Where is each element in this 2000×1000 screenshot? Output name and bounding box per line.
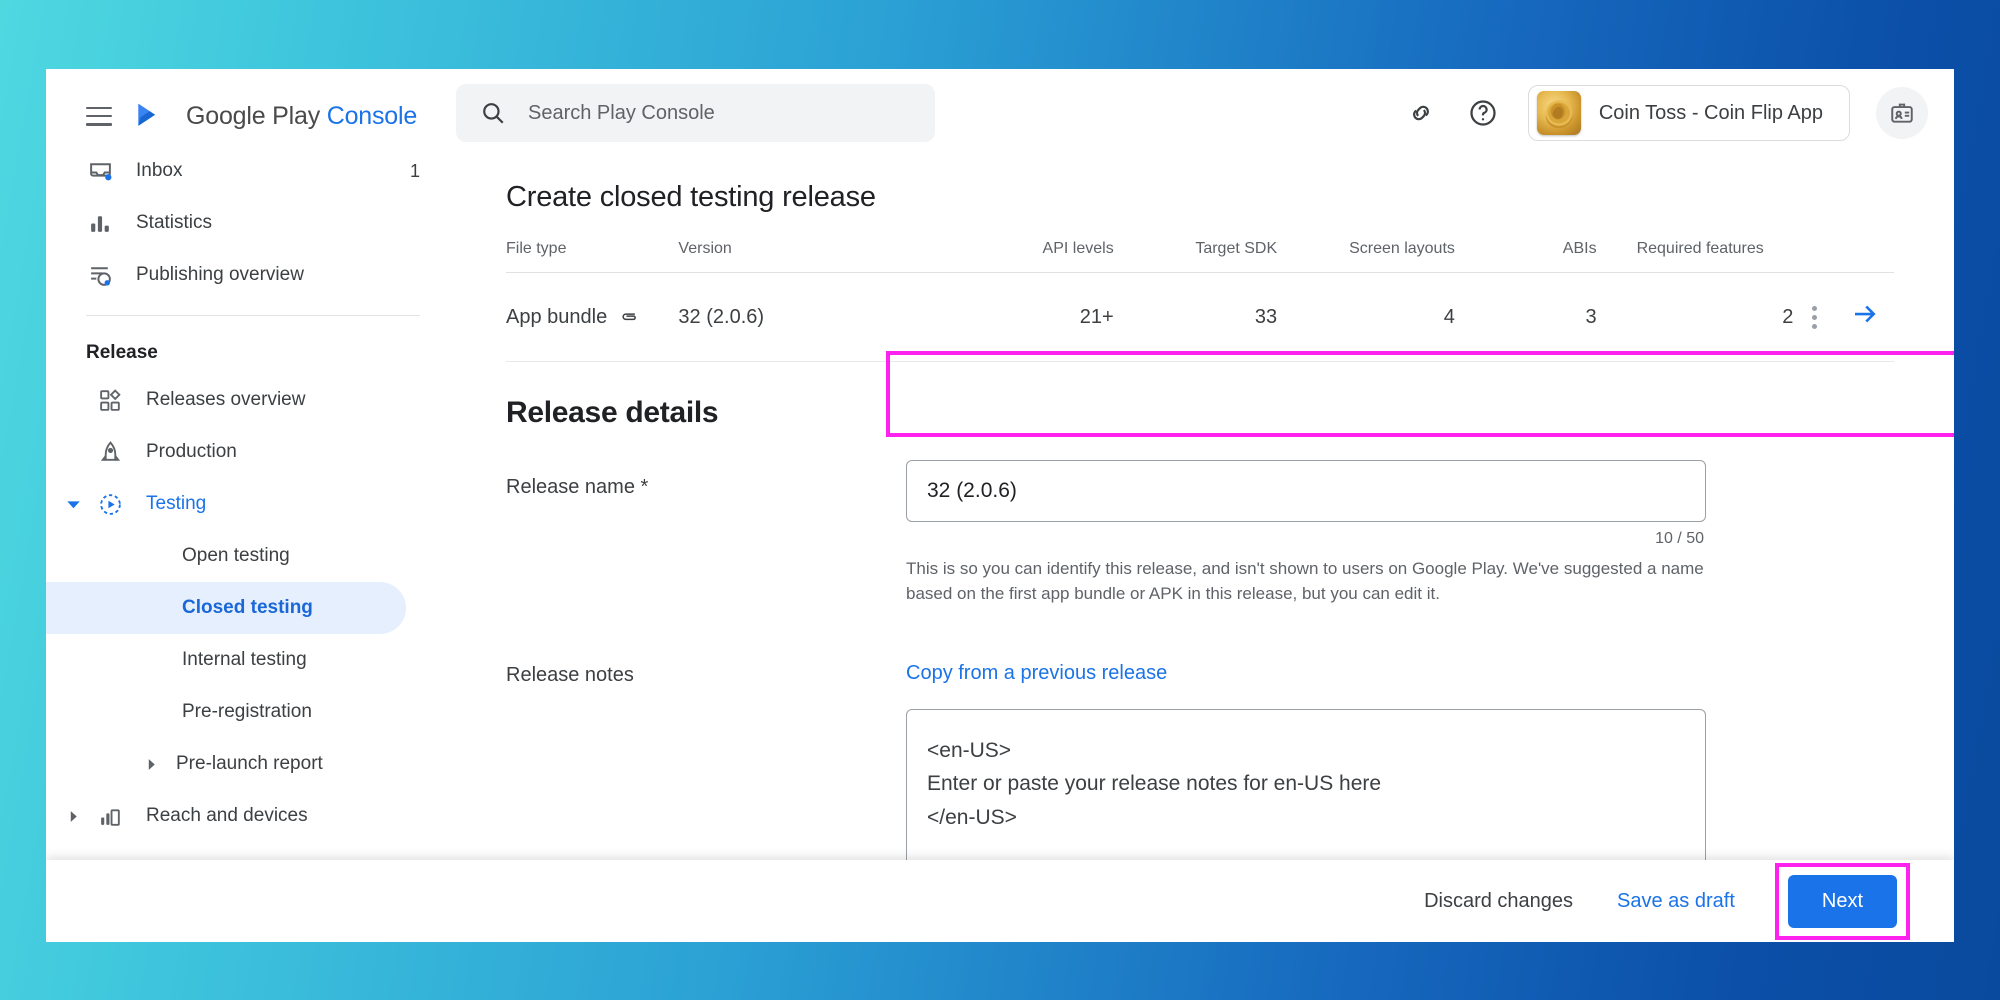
coin-avatar-icon xyxy=(1536,91,1581,135)
app-selector-chip[interactable]: Coin Toss - Coin Flip App xyxy=(1527,85,1850,141)
sidebar-item-open-testing[interactable]: Open testing xyxy=(46,530,406,582)
window-body: Google Play Console Inbox 1 Statistics P… xyxy=(46,69,1954,860)
column-header-abis: ABIs xyxy=(1454,240,1597,273)
sidebar-item-label: Pre-launch report xyxy=(176,753,323,774)
sidebar: Google Play Console Inbox 1 Statistics P… xyxy=(46,69,446,860)
sidebar-section-release: Release xyxy=(86,342,158,363)
sidebar-item-label: Closed testing xyxy=(182,597,313,618)
sidebar-item-label: Production xyxy=(146,441,237,462)
sidebar-item-inbox[interactable]: Inbox 1 xyxy=(46,145,446,197)
release-notes-textarea[interactable]: <en-US> Enter or paste your release note… xyxy=(906,709,1706,860)
sidebar-item-label: Statistics xyxy=(136,212,213,233)
inbox-icon xyxy=(86,157,114,185)
cell-target-sdk: 33 xyxy=(1113,272,1278,362)
required-marker: * xyxy=(640,476,649,498)
column-header-file-type: File type xyxy=(506,240,679,273)
sidebar-item-pre-launch-report[interactable]: Pre-launch report xyxy=(46,738,406,790)
sidebar-item-label: Publishing overview xyxy=(136,264,304,285)
copy-from-previous-release-link[interactable]: Copy from a previous release xyxy=(906,648,1167,685)
sidebar-item-label: Inbox xyxy=(136,160,183,181)
sidebar-item-label: Releases overview xyxy=(146,389,306,410)
brand-google-play: Google Play xyxy=(186,101,320,130)
cell-version: 32 (2.0.6) xyxy=(678,272,913,362)
content-scroll: Create closed testing release File type … xyxy=(446,157,1954,860)
main-area: Coin Toss - Coin Flip App Create closed … xyxy=(446,69,1954,860)
cell-required-features: 2 xyxy=(1596,272,1794,362)
next-button-highlight-annotation: Next xyxy=(1774,862,1910,940)
next-button[interactable]: Next xyxy=(1787,874,1897,928)
chevron-right-icon[interactable] xyxy=(138,758,164,771)
sidebar-item-label: Reach and devices xyxy=(146,805,308,826)
id-badge-icon[interactable] xyxy=(1876,87,1928,139)
sidebar-item-publishing-overview[interactable]: Publishing overview xyxy=(46,249,446,301)
dashboard-grid-icon xyxy=(96,386,124,414)
cell-row-menu[interactable] xyxy=(1793,272,1837,362)
release-name-char-count: 10 / 50 xyxy=(1655,530,1704,547)
column-header-screen-layouts: Screen layouts xyxy=(1277,240,1455,273)
release-name-help-text: This is so you can identify this release… xyxy=(906,559,1704,604)
search-input[interactable] xyxy=(528,101,911,125)
help-circle-icon[interactable] xyxy=(1460,90,1506,136)
column-header-version: Version xyxy=(678,240,913,273)
sidebar-item-pre-registration[interactable]: Pre-registration xyxy=(46,686,406,738)
sidebar-item-closed-testing[interactable]: Closed testing xyxy=(46,582,406,634)
topbar: Coin Toss - Coin Flip App xyxy=(446,69,1954,157)
sidebar-item-statistics[interactable]: Statistics xyxy=(46,197,446,249)
release-name-label: Release name * xyxy=(506,460,906,499)
search-box[interactable] xyxy=(456,84,935,142)
sidebar-brand-row: Google Play Console xyxy=(46,87,446,145)
testing-play-icon xyxy=(96,490,124,518)
release-details-heading: Release details xyxy=(506,396,719,429)
discard-changes-button[interactable]: Discard changes xyxy=(1402,878,1595,925)
arrow-right-icon[interactable] xyxy=(1850,299,1880,329)
brand-console: Console xyxy=(326,101,418,130)
sidebar-item-label: Pre-registration xyxy=(182,701,312,722)
column-header-api-levels: API levels xyxy=(912,240,1114,273)
sidebar-item-label: Testing xyxy=(146,493,207,514)
release-notes-row: Release notes Copy from a previous relea… xyxy=(506,616,1894,860)
cell-abis: 3 xyxy=(1454,272,1597,362)
bottom-action-bar: Discard changes Save as draft Next xyxy=(46,860,1954,942)
cell-screen-layouts: 4 xyxy=(1277,272,1455,362)
table-row[interactable]: App bundle 32 (2.0.6) 21+ 33 4 3 2 xyxy=(506,272,1894,362)
hamburger-menu-icon[interactable] xyxy=(86,106,112,126)
sidebar-item-reach-and-devices[interactable]: Reach and devices xyxy=(46,790,446,842)
rocket-icon xyxy=(96,438,124,466)
attachment-icon xyxy=(619,307,639,327)
release-name-input[interactable] xyxy=(906,460,1706,522)
play-console-logo-icon xyxy=(134,101,164,131)
publishing-overview-icon xyxy=(86,261,114,289)
reach-devices-chart-icon xyxy=(96,802,124,830)
file-type-label: App bundle xyxy=(506,305,608,328)
release-notes-label: Release notes xyxy=(506,664,634,687)
bar-chart-icon xyxy=(86,209,114,237)
save-as-draft-button[interactable]: Save as draft xyxy=(1595,878,1757,925)
sidebar-item-internal-testing[interactable]: Internal testing xyxy=(46,634,406,686)
sidebar-item-label: Open testing xyxy=(182,545,290,566)
sidebar-item-production[interactable]: Production xyxy=(46,426,446,478)
chevron-right-icon[interactable] xyxy=(60,810,86,823)
column-header-required-features: Required features xyxy=(1596,240,1794,273)
column-header-target-sdk: Target SDK xyxy=(1113,240,1278,273)
cell-row-open[interactable] xyxy=(1836,272,1894,362)
chevron-down-icon[interactable] xyxy=(60,497,86,512)
sidebar-item-releases-overview[interactable]: Releases overview xyxy=(46,374,446,426)
release-name-row: Release name * 10 / 50 This is so you ca… xyxy=(506,460,1894,616)
brand-title: Google Play Console xyxy=(186,102,417,131)
inbox-count: 1 xyxy=(409,160,420,181)
kebab-menu-icon[interactable] xyxy=(1812,305,1818,329)
page-title: Create closed testing release xyxy=(506,181,876,213)
table-header-row: File type Version API levels Target SDK … xyxy=(506,240,1894,273)
sidebar-item-label: Internal testing xyxy=(182,649,307,670)
app-name-label: Coin Toss - Coin Flip App xyxy=(1598,101,1823,124)
sidebar-item-testing[interactable]: Testing xyxy=(46,478,446,530)
cell-file-type: App bundle xyxy=(506,272,679,362)
release-name-label-text: Release name xyxy=(506,476,635,498)
link-icon[interactable] xyxy=(1398,90,1444,136)
play-console-window: Google Play Console Inbox 1 Statistics P… xyxy=(46,69,1954,942)
search-icon xyxy=(480,100,506,126)
bundle-table: File type Version API levels Target SDK … xyxy=(506,240,1894,362)
cell-api-levels: 21+ xyxy=(912,272,1114,362)
